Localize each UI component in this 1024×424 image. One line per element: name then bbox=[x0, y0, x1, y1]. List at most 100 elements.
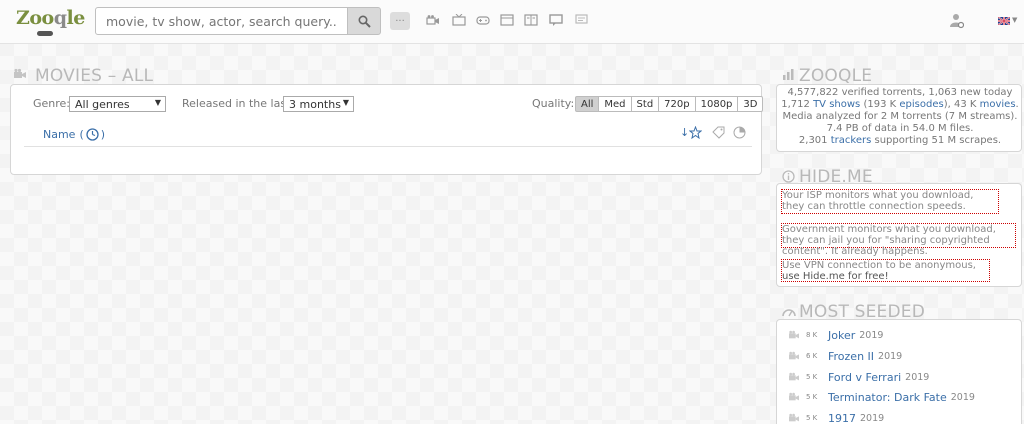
logo-text: Zoo bbox=[16, 7, 54, 29]
gauge-icon bbox=[782, 309, 796, 317]
stats-block: 4,577,822 verified torrents, 1,063 new t… bbox=[776, 87, 1024, 147]
movie-icon bbox=[789, 372, 799, 381]
episode-count: (193 K bbox=[863, 99, 897, 110]
hideme-line: Use VPN connection to be anonymous, use … bbox=[781, 259, 990, 282]
stats-line: 1,712 TV shows (193 K episodes), 43 K mo… bbox=[776, 99, 1024, 111]
movie-icon bbox=[789, 330, 799, 339]
divider bbox=[24, 146, 752, 147]
list-item[interactable]: 5 K 1917 2019 bbox=[788, 411, 884, 424]
tag-icon[interactable] bbox=[712, 126, 725, 139]
quality-label: Quality: bbox=[532, 97, 575, 110]
movie-icon bbox=[789, 351, 799, 360]
movie-camera-icon bbox=[14, 68, 26, 78]
episodes-link[interactable]: episodes bbox=[899, 99, 943, 110]
seed-year: 2019 bbox=[859, 329, 884, 341]
chevron-down-icon: ▼ bbox=[342, 98, 349, 107]
scrapes-text: supporting 51 M scrapes. bbox=[874, 135, 1002, 146]
clock-icon[interactable] bbox=[86, 128, 99, 141]
seed-count: 5 K bbox=[806, 373, 818, 381]
page-title: MOVIES – ALL bbox=[35, 66, 154, 86]
list-item[interactable]: 5 K Terminator: Dark Fate 2019 bbox=[788, 390, 975, 404]
seed-count: 6 K bbox=[806, 352, 818, 360]
quality-selector: All Med Std 720p 1080p 3D bbox=[575, 96, 764, 112]
quality-3d-button[interactable]: 3D bbox=[738, 96, 764, 112]
quality-720p-button[interactable]: 720p bbox=[659, 96, 696, 112]
quality-1080p-button[interactable]: 1080p bbox=[695, 96, 739, 112]
seed-title[interactable]: Ford v Ferrari bbox=[828, 371, 901, 384]
genre-label: Genre: bbox=[33, 97, 71, 110]
stats-line: 7.4 PB of data in 54.0 M files. bbox=[826, 123, 974, 134]
movie-icon bbox=[789, 413, 799, 422]
seed-year: 2019 bbox=[950, 391, 975, 403]
list-item[interactable]: 8 K Joker 2019 bbox=[788, 328, 883, 342]
uk-flag-icon bbox=[998, 17, 1010, 25]
search-icon bbox=[357, 14, 371, 28]
movies-count: ), 43 K bbox=[943, 99, 977, 110]
hideme-line: Your ISP monitors what you download, the… bbox=[781, 189, 999, 214]
top-bar: Zooqle ... ▼ bbox=[0, 0, 1024, 44]
genre-value: All genres bbox=[75, 98, 130, 111]
seed-count: 5 K bbox=[806, 414, 818, 422]
seed-title[interactable]: Joker bbox=[828, 329, 855, 342]
stats-line: Media analyzed for 2 M torrents (7 M str… bbox=[782, 111, 1018, 122]
chevron-down-icon: ▼ bbox=[154, 98, 161, 107]
quality-all-button[interactable]: All bbox=[575, 96, 600, 112]
paren-open: ( bbox=[79, 128, 84, 141]
quality-std-button[interactable]: Std bbox=[631, 96, 660, 112]
comment-icon[interactable] bbox=[549, 14, 563, 26]
genre-select[interactable]: All genres ▼ bbox=[69, 96, 166, 112]
stats-line: 4,577,822 verified torrents, 1,063 new t… bbox=[787, 87, 1013, 98]
movies-link[interactable]: movies bbox=[980, 99, 1016, 110]
logo-text-end: le bbox=[66, 7, 86, 29]
paren-close: ) bbox=[100, 128, 106, 141]
book-icon[interactable] bbox=[524, 14, 538, 26]
zooqle-title: ZOOQLE bbox=[799, 66, 873, 86]
released-select[interactable]: 3 months ▼ bbox=[283, 96, 354, 112]
forum-icon[interactable] bbox=[574, 14, 588, 26]
seed-year: 2019 bbox=[905, 371, 930, 383]
tv-count: 1,712 bbox=[781, 99, 810, 110]
seed-title[interactable]: Frozen II bbox=[828, 350, 874, 363]
tv-shows-link[interactable]: TV shows bbox=[813, 99, 860, 110]
seed-count: 8 K bbox=[806, 331, 818, 339]
logo[interactable]: Zooqle bbox=[16, 7, 85, 29]
tv-icon[interactable] bbox=[452, 14, 466, 26]
seed-title[interactable]: Terminator: Dark Fate bbox=[828, 391, 947, 404]
trackers-link[interactable]: trackers bbox=[831, 135, 872, 146]
stats-line: 2,301 trackers supporting 51 M scrapes. bbox=[776, 135, 1024, 147]
game-icon[interactable] bbox=[476, 14, 490, 26]
more-button[interactable]: ... bbox=[390, 12, 410, 30]
arrow-down-icon: ↓ bbox=[680, 126, 690, 139]
tracker-count: 2,301 bbox=[798, 135, 828, 146]
star-icon bbox=[689, 126, 702, 139]
released-label: Released in the last: bbox=[182, 97, 295, 110]
seed-title[interactable]: 1917 bbox=[828, 412, 856, 424]
language-selector[interactable]: ▼ bbox=[998, 16, 1018, 29]
hideme-link[interactable]: use Hide.me for free! bbox=[782, 271, 889, 282]
quality-med-button[interactable]: Med bbox=[599, 96, 632, 112]
bar-chart-icon bbox=[783, 69, 794, 80]
seed-count: 5 K bbox=[806, 393, 818, 401]
app-icon[interactable] bbox=[500, 14, 514, 26]
info-icon bbox=[782, 170, 795, 183]
movie-icon[interactable] bbox=[426, 14, 440, 26]
chevron-down-icon: ▼ bbox=[1012, 16, 1018, 24]
sort-rating-button[interactable]: ↓ bbox=[680, 126, 704, 140]
sort-name-header[interactable]: Name ( ) bbox=[43, 128, 105, 141]
search-button[interactable] bbox=[347, 7, 381, 35]
user-settings-icon[interactable] bbox=[950, 13, 964, 29]
hideme-line: Government monitors what you download, t… bbox=[781, 223, 1016, 257]
list-item[interactable]: 6 K Frozen II 2019 bbox=[788, 349, 902, 363]
list-item[interactable]: 5 K Ford v Ferrari 2019 bbox=[788, 370, 929, 384]
logo-text-q: q bbox=[53, 7, 67, 29]
search-input[interactable] bbox=[95, 7, 348, 35]
sort-name-label: Name bbox=[43, 128, 76, 141]
hideme-vpn-text: Use VPN connection to be anonymous, bbox=[782, 260, 976, 271]
mustache-icon bbox=[37, 31, 53, 36]
seed-year: 2019 bbox=[860, 412, 885, 424]
period: . bbox=[1015, 99, 1019, 110]
seed-year: 2019 bbox=[878, 350, 903, 362]
movie-icon bbox=[789, 392, 799, 401]
released-value: 3 months bbox=[289, 98, 341, 111]
pie-chart-icon[interactable] bbox=[733, 126, 746, 139]
